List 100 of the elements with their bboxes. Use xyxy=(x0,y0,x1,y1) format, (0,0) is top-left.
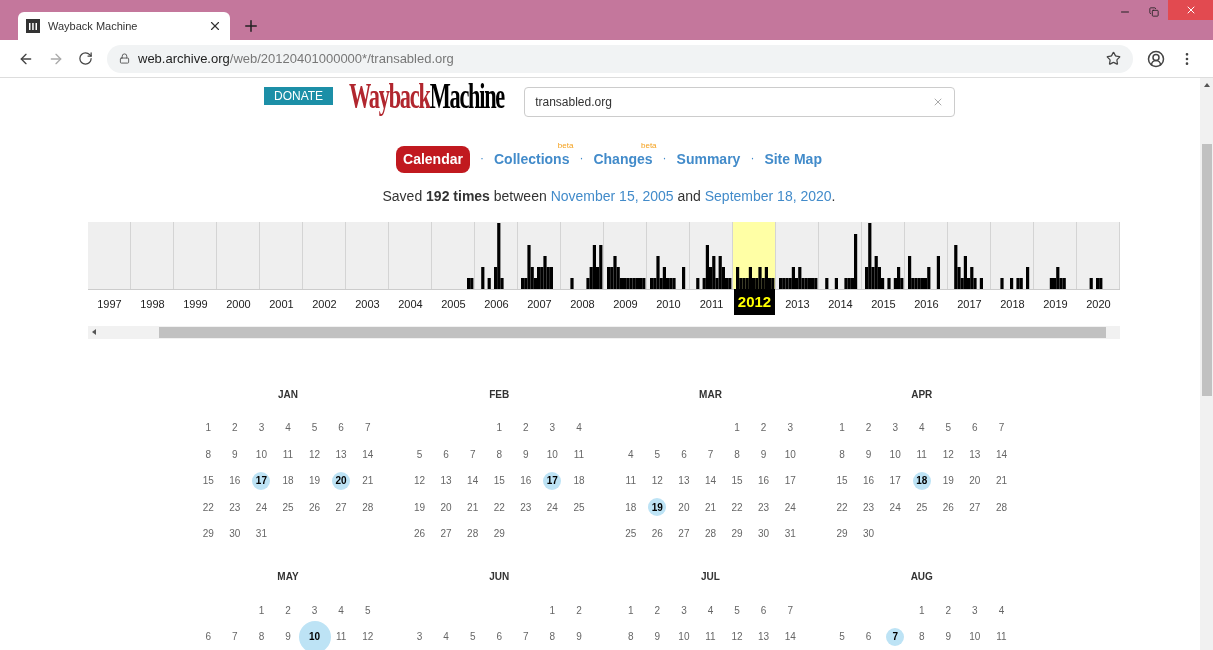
year-label[interactable]: 1997 xyxy=(97,295,122,312)
calendar-day: 4 xyxy=(918,420,925,436)
year-label[interactable]: 2003 xyxy=(355,295,380,312)
calendar-day: 9 xyxy=(865,446,872,462)
nav-link[interactable]: Site Map xyxy=(764,149,822,170)
year-label[interactable]: 2009 xyxy=(613,295,638,312)
wayback-machine-logo[interactable]: WaybackMachine xyxy=(349,76,505,116)
year-label[interactable]: 2008 xyxy=(570,295,595,312)
calendar-day: 16 xyxy=(758,473,770,489)
calendar-day: 30 xyxy=(863,526,875,542)
calendar-day[interactable]: 19 xyxy=(651,499,663,515)
calendar-day: 8 xyxy=(628,629,634,645)
last-capture-link[interactable]: September 18, 2020 xyxy=(704,187,832,204)
calendar-day[interactable]: 20 xyxy=(335,473,347,489)
year-label[interactable]: 2012 xyxy=(733,288,776,315)
calendar-day: 15 xyxy=(202,473,214,489)
month-title: JUL xyxy=(700,570,721,584)
vertical-scrollbar[interactable] xyxy=(1200,78,1213,650)
calendar-day: 18 xyxy=(573,473,585,489)
year-label[interactable]: 2007 xyxy=(527,295,552,312)
year-label[interactable]: 1999 xyxy=(183,295,208,312)
address-bar[interactable]: web.archive.org/web/20120401000000*/transabled.org xyxy=(107,44,1133,73)
calendar-day: 16 xyxy=(863,473,875,489)
calendar-day: 13 xyxy=(335,446,347,462)
calendar-day: 13 xyxy=(678,473,690,489)
calendar-day: 12 xyxy=(731,629,743,645)
calendar-day: 25 xyxy=(573,499,585,515)
calendar-day: 14 xyxy=(467,473,479,489)
calendar-day: 29 xyxy=(493,526,505,542)
scroll-up-icon[interactable] xyxy=(1203,83,1210,87)
year-label[interactable]: 2018 xyxy=(1000,295,1025,312)
nav-link[interactable]: Changes xyxy=(593,149,653,170)
calendar-day: 2 xyxy=(232,420,238,436)
year-label[interactable]: 2004 xyxy=(398,295,423,312)
url-text: web.archive.org/web/20120401000000*/transabled.org xyxy=(138,49,454,68)
calendar-day: 31 xyxy=(255,526,267,542)
browser-tab[interactable]: Wayback Machine xyxy=(18,12,230,40)
first-capture-link[interactable]: November 15, 2005 xyxy=(550,187,674,204)
month-title: JAN xyxy=(277,387,299,402)
calendar-day: 6 xyxy=(760,602,767,618)
separator-dot: · xyxy=(662,149,667,167)
year-label[interactable]: 2001 xyxy=(269,295,294,312)
nav-link[interactable]: Collections xyxy=(493,149,570,170)
year-label[interactable]: 2019 xyxy=(1043,295,1068,312)
calendar-day: 16 xyxy=(229,473,241,489)
calendar-day: 28 xyxy=(704,526,717,542)
calendar-day: 11 xyxy=(705,629,716,645)
columns-building-icon xyxy=(26,19,40,33)
calendar-day: 1 xyxy=(496,420,502,436)
nav-link[interactable]: Summary xyxy=(676,149,741,170)
calendar-day[interactable]: 17 xyxy=(546,473,558,489)
calendar-day: 5 xyxy=(364,602,371,618)
calendar-day: 7 xyxy=(787,602,793,618)
year-label[interactable]: 2000 xyxy=(226,295,251,312)
scroll-left-icon[interactable] xyxy=(92,329,96,335)
calendar-day: 7 xyxy=(232,629,238,645)
calendar-day: 2 xyxy=(760,420,767,436)
calendar-day: 5 xyxy=(945,420,952,436)
year-label[interactable]: 2011 xyxy=(699,295,724,312)
scrollbar-thumb[interactable] xyxy=(159,326,1106,338)
donate-button[interactable]: DONATE xyxy=(264,87,334,105)
year-label[interactable]: 2005 xyxy=(441,295,466,312)
calendar-day: 2 xyxy=(523,420,529,436)
year-label[interactable]: 2014 xyxy=(828,295,853,312)
year-label[interactable]: 2020 xyxy=(1086,295,1111,312)
calendar-day[interactable]: 7 xyxy=(892,629,898,645)
horizontal-scrollbar[interactable] xyxy=(88,325,1120,339)
calendar-day: 13 xyxy=(969,446,981,462)
calendar-day: 3 xyxy=(416,629,423,645)
month-title: JUN xyxy=(488,570,511,584)
year-label[interactable]: 2016 xyxy=(914,295,939,312)
year-label[interactable]: 1998 xyxy=(140,295,165,312)
year-label[interactable]: 2010 xyxy=(656,295,681,312)
scrollbar-thumb[interactable] xyxy=(1201,144,1212,396)
calendar-day: 31 xyxy=(784,526,796,542)
reload-icon[interactable] xyxy=(78,51,93,66)
close-icon[interactable] xyxy=(208,19,222,33)
year-label[interactable]: 2002 xyxy=(312,295,337,312)
year-label[interactable]: 2006 xyxy=(484,295,509,312)
year-label[interactable]: 2013 xyxy=(785,295,810,312)
calendar-day: 5 xyxy=(416,446,423,462)
year-label[interactable]: 2017 xyxy=(957,295,982,312)
tab-title: Wayback Machine xyxy=(48,18,139,34)
search-field[interactable]: transabled.org xyxy=(524,87,956,117)
profile-icon[interactable] xyxy=(1147,49,1165,68)
calendar-day[interactable]: 17 xyxy=(255,473,267,489)
calendar-day: 18 xyxy=(282,473,294,489)
calendar-day: 23 xyxy=(520,499,532,515)
calendar-day[interactable]: 18 xyxy=(916,473,928,489)
capture-histogram-drawing[interactable] xyxy=(88,221,1120,290)
nav-link[interactable]: Calendar xyxy=(396,145,470,173)
calendar-day: 1 xyxy=(918,602,925,618)
calendar-day[interactable]: 10 xyxy=(309,629,321,645)
bookmark-star-icon[interactable] xyxy=(1106,51,1121,66)
calendar-day: 22 xyxy=(202,499,214,515)
restore-icon[interactable] xyxy=(1149,7,1159,17)
new-tab-icon[interactable] xyxy=(242,17,260,35)
calendar-day: 9 xyxy=(285,629,291,645)
year-label[interactable]: 2015 xyxy=(871,295,896,312)
calendar-day: 2 xyxy=(654,602,661,618)
